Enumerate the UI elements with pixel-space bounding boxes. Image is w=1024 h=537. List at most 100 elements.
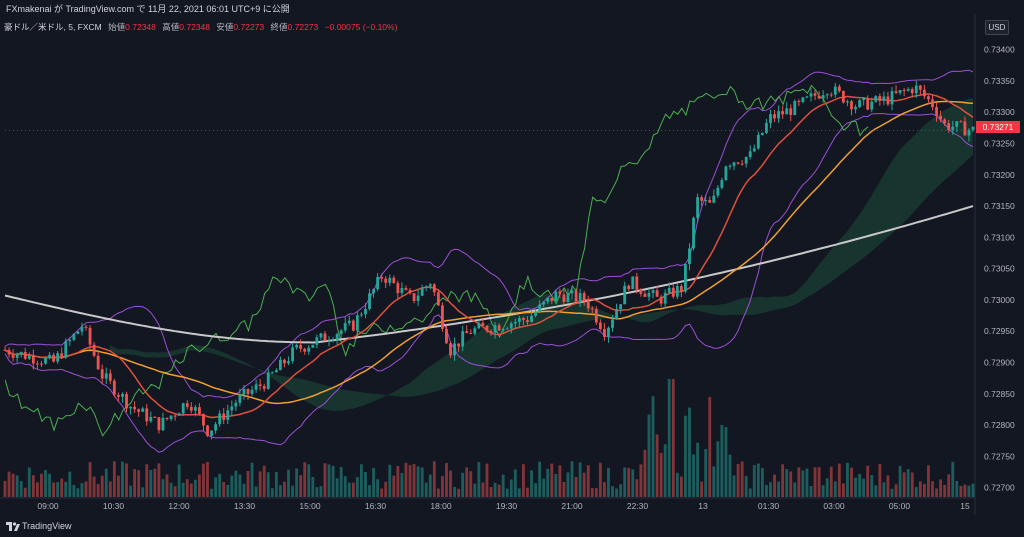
candle-body [866,97,870,110]
candle-body [254,384,258,390]
volume-bar [910,472,914,497]
volume-bar [850,467,853,497]
candle-body [323,333,327,342]
currency-button[interactable]: USD [985,20,1009,35]
candle-body [420,288,424,296]
candle-body [7,350,11,355]
candle-body [894,91,898,93]
candle-body [813,93,817,96]
symbol-legend[interactable]: 豪ドル／米ドル, 5, FXCM 始値0.72348 高値0.72348 安値0… [4,21,397,33]
volume-bar [424,482,428,497]
candle-body [858,100,862,108]
volume-bar [96,484,100,497]
volume-bar [246,470,250,497]
footer: TradingView [0,516,1024,537]
volume-bar [157,463,161,497]
candle-body [222,413,226,420]
volume-bar [473,483,477,497]
candle-body [274,370,278,373]
candle-body [902,90,906,92]
volume-bar [773,474,776,497]
volume-bar [214,477,218,497]
volume-bar [404,462,408,497]
volume-bar [854,477,857,497]
volume-bar [607,467,610,497]
volume-bar [177,464,181,497]
candle-body [100,369,104,379]
candle-body [898,90,902,93]
candle-body [509,323,513,329]
volume-bar [639,464,643,497]
candle-body [586,300,590,309]
candle-body [578,293,582,302]
candle-body [283,359,286,364]
volume-bar [3,480,7,497]
candle-body [473,328,477,334]
candle-body [246,388,250,394]
volume-bar [197,474,201,497]
price-chart[interactable]: 0.73400 0.73350 0.73300 0.73250 0.73200 0.731… [0,0,1024,537]
volume-bar [546,468,550,497]
candle-body [943,119,947,124]
volume-bar [445,463,448,497]
volume-bar [684,415,687,497]
time-axis-label: 01:30 [758,501,780,511]
volume-bar [797,467,801,497]
last-price-badge: 0.73271 [976,121,1020,133]
candle-body [854,107,857,110]
candle-body [562,294,566,302]
volume-bar [27,467,31,497]
volume-bar [254,486,258,497]
candle-body [291,347,294,362]
volume-bar [635,479,639,497]
volume-bar [951,461,955,497]
volume-bar [631,469,635,497]
candle-body [712,195,716,203]
candle-body [214,424,218,431]
price-axis-label: 0.72900 [984,357,1015,367]
candle-body [538,304,542,312]
candle-body [651,290,655,293]
volume-bar [230,475,234,497]
candle-body [951,126,955,131]
volume-bar [785,469,789,497]
volume-bar [886,475,890,497]
candle-body [185,403,189,407]
volume-bar [963,484,967,497]
candle-body [631,276,635,290]
candle-body [846,101,849,103]
candle-body [234,402,238,407]
volume-bar [339,466,343,497]
volume-bar [935,488,938,497]
close-value: 0.72273 [287,22,319,32]
candle-body [92,344,96,356]
volume-bar [453,486,456,497]
low-label: 安値 [216,22,234,32]
volume-bar [493,482,497,497]
price-axis-label: 0.72850 [984,389,1015,399]
candle-body [153,416,157,418]
close-label: 終値 [270,22,288,32]
candle-body [258,384,262,387]
volume-bar [837,463,841,497]
candle-body [202,413,205,426]
candle-body [607,327,610,337]
volume-bar [449,470,452,497]
volume-bar [242,483,246,497]
tradingview-logo-icon [6,522,20,531]
price-axis-label: 0.73400 [984,45,1015,55]
price-axis-label: 0.72950 [984,326,1015,336]
volume-bar [364,471,367,497]
volume-bar [279,485,282,497]
candle-body [428,284,432,287]
candle-body [817,95,821,99]
candle-body [825,94,829,96]
volume-bar [688,407,691,497]
candle-body [319,333,323,338]
candle-body [343,323,347,331]
volume-bar [319,486,323,497]
volume-bar [145,464,149,497]
candle-body [635,276,639,290]
volume-bar [121,461,124,497]
volume-bar [898,465,902,497]
